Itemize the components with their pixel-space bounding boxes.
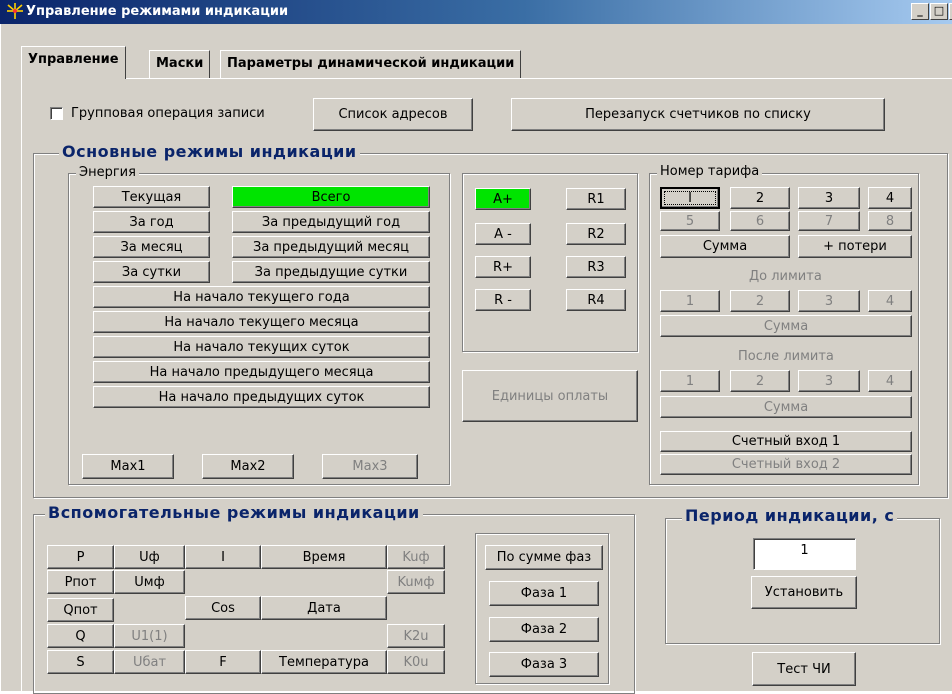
minimize-button[interactable]: _ (911, 3, 929, 20)
aux-qpot-button[interactable]: Qпот (47, 598, 114, 622)
after-limit-1-button[interactable]: 1 (660, 370, 720, 392)
tab-masks[interactable]: Маски (149, 50, 211, 78)
tariff-5-button[interactable]: 5 (660, 211, 720, 231)
plus-losses-button[interactable]: + потери (798, 235, 912, 258)
group-write-label: Групповая операция записи (71, 106, 265, 121)
aux-date-button[interactable]: Дата (261, 596, 387, 620)
start-current-month-button[interactable]: На начало текущего месяца (93, 311, 430, 333)
aux-k0u-button[interactable]: K0u (387, 650, 445, 674)
tariff-2-button[interactable]: 2 (730, 187, 790, 209)
aux-k2u-button[interactable]: K2u (387, 624, 445, 648)
aux-f-button[interactable]: F (185, 650, 261, 674)
count-input-2-button[interactable]: Счетный вход 2 (660, 454, 912, 475)
payment-units-button[interactable]: Единицы оплаты (462, 370, 638, 422)
aux-kuf-button[interactable]: Kuф (387, 545, 445, 569)
after-limit-3-button[interactable]: 3 (798, 370, 860, 392)
aux-p-button[interactable]: P (47, 545, 114, 569)
after-limit-sum-button[interactable]: Сумма (660, 396, 912, 418)
aux-umf-button[interactable]: Uмф (114, 570, 185, 594)
aux-q-button[interactable]: Q (47, 624, 114, 648)
phase-sum-button[interactable]: По сумме фаз (485, 545, 603, 570)
tab-dynamic-params[interactable]: Параметры динамической индикации (220, 50, 522, 78)
prev-month-button[interactable]: За предыдущий месяц (232, 236, 430, 258)
aux-u1-button[interactable]: U1(1) (114, 624, 185, 648)
aux-ubat-button[interactable]: Uбат (114, 650, 185, 674)
tariff-1-button[interactable]: I (660, 187, 720, 209)
tariff-4-button[interactable]: 4 (868, 187, 912, 209)
before-limit-4-button[interactable]: 4 (868, 290, 912, 312)
aux-cos-button[interactable]: Cos (185, 596, 261, 620)
aux-s-button[interactable]: S (47, 650, 114, 674)
r4-button[interactable]: R4 (566, 289, 626, 311)
restart-counters-button[interactable]: Перезапуск счетчиков по списку (511, 98, 885, 131)
aux-i-button[interactable]: I (185, 545, 261, 569)
before-limit-3-button[interactable]: 3 (798, 290, 860, 312)
start-current-year-button[interactable]: На начало текущего года (93, 286, 430, 308)
per-day-button[interactable]: За сутки (93, 261, 210, 283)
aux-modes-title: Вспомогательные режимы индикации (45, 503, 423, 522)
before-limit-2-button[interactable]: 2 (730, 290, 790, 312)
title-bar: Управление режимами индикации _ □ (0, 0, 952, 24)
prev-day-button[interactable]: За предыдущие сутки (232, 261, 430, 283)
r-plus-button[interactable]: R+ (475, 256, 531, 278)
total-energy-button[interactable]: Всего (232, 186, 430, 208)
r2-button[interactable]: R2 (566, 223, 626, 245)
before-limit-1-button[interactable]: 1 (660, 290, 720, 312)
aux-uf-button[interactable]: Uф (114, 545, 185, 569)
phase-1-button[interactable]: Фаза 1 (489, 581, 599, 606)
max2-button[interactable]: Max2 (202, 454, 294, 479)
aux-temperature-button[interactable]: Температура (261, 650, 387, 674)
phase-3-button[interactable]: Фаза 3 (489, 652, 599, 677)
after-limit-4-button[interactable]: 4 (868, 370, 912, 392)
before-limit-label: До лимита (749, 269, 822, 284)
a-plus-button[interactable]: A+ (475, 188, 531, 210)
tab-control[interactable]: Управление (21, 46, 126, 79)
tariff-8-button[interactable]: 8 (868, 211, 912, 231)
set-period-button[interactable]: Установить (751, 576, 857, 609)
phase-2-button[interactable]: Фаза 2 (489, 617, 599, 642)
app-icon (7, 3, 23, 19)
tariff-7-button[interactable]: 7 (798, 211, 860, 231)
max1-button[interactable]: Max1 (82, 454, 174, 479)
per-year-button[interactable]: За год (93, 211, 210, 233)
start-prev-day-button[interactable]: На начало предыдущих суток (93, 386, 430, 408)
start-current-day-button[interactable]: На начало текущих суток (93, 336, 430, 358)
test-indicator-button[interactable]: Тест ЧИ (752, 652, 856, 686)
group-write-checkbox[interactable] (50, 107, 63, 120)
after-limit-label: После лимита (738, 349, 834, 364)
per-month-button[interactable]: За месяц (93, 236, 210, 258)
prev-year-button[interactable]: За предыдущий год (232, 211, 430, 233)
current-energy-button[interactable]: Текущая (93, 186, 210, 208)
period-input[interactable]: 1 (753, 538, 856, 570)
aux-time-button[interactable]: Время (261, 545, 387, 569)
aux-ppot-button[interactable]: Pпот (47, 570, 114, 594)
tariff-6-button[interactable]: 6 (730, 211, 790, 231)
period-title: Период индикации, с (682, 506, 898, 525)
main-modes-title: Основные режимы индикации (59, 142, 360, 161)
max3-button[interactable]: Max3 (322, 454, 418, 479)
window-title: Управление режимами индикации (26, 4, 289, 19)
r3-button[interactable]: R3 (566, 256, 626, 278)
r-minus-button[interactable]: R - (475, 289, 531, 311)
energy-title: Энергия (76, 165, 139, 180)
count-input-1-button[interactable]: Счетный вход 1 (660, 431, 912, 452)
start-prev-month-button[interactable]: На начало предыдущего месяца (93, 361, 430, 383)
a-minus-button[interactable]: A - (475, 223, 531, 245)
address-list-button[interactable]: Список адресов (313, 98, 473, 131)
maximize-button[interactable]: □ (930, 3, 948, 20)
tariff-sum-button[interactable]: Сумма (660, 235, 790, 258)
r1-button[interactable]: R1 (566, 188, 626, 210)
after-limit-2-button[interactable]: 2 (730, 370, 790, 392)
tariff-3-button[interactable]: 3 (798, 187, 860, 209)
tariff-title: Номер тарифа (657, 164, 763, 179)
before-limit-sum-button[interactable]: Сумма (660, 315, 912, 337)
aux-kumf-button[interactable]: Kuмф (387, 570, 445, 594)
